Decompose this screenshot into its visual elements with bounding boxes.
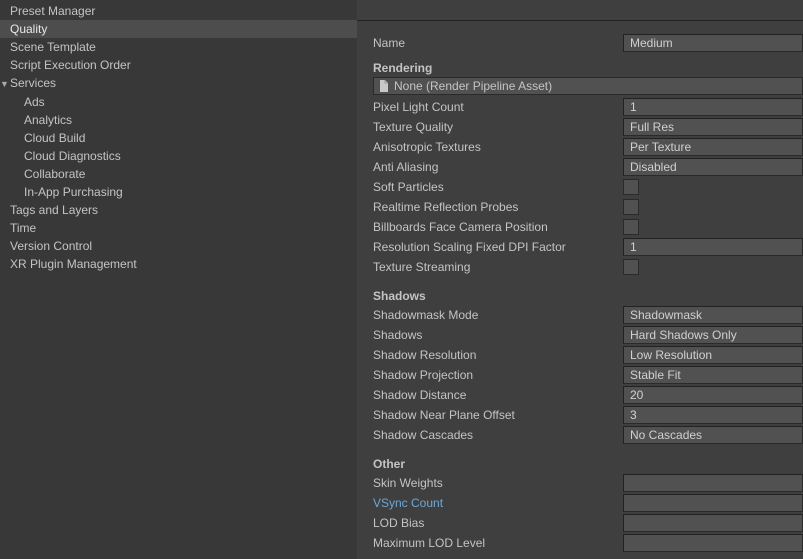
soft-particles-checkbox[interactable] xyxy=(623,179,639,195)
render-pipeline-asset-value: None (Render Pipeline Asset) xyxy=(394,79,552,93)
realtime-reflection-probes-label: Realtime Reflection Probes xyxy=(373,200,623,214)
texture-streaming-label: Texture Streaming xyxy=(373,260,623,274)
shadow-distance-label: Shadow Distance xyxy=(373,388,623,402)
other-header: Other xyxy=(373,457,803,471)
anti-aliasing-dropdown[interactable]: Disabled xyxy=(623,158,803,176)
pixel-light-count-field[interactable]: 1 xyxy=(623,98,803,116)
shadow-cascades-label: Shadow Cascades xyxy=(373,428,623,442)
max-lod-label: Maximum LOD Level xyxy=(373,536,623,550)
sidebar-item-tags-and-layers[interactable]: Tags and Layers xyxy=(0,201,357,219)
inspector-panel: Name Medium Rendering None (Render Pipel… xyxy=(357,0,803,559)
document-icon xyxy=(378,80,390,92)
pixel-light-count-label: Pixel Light Count xyxy=(373,100,623,114)
lod-bias-field[interactable] xyxy=(623,514,803,532)
shadow-distance-field[interactable]: 20 xyxy=(623,386,803,404)
realtime-reflection-probes-checkbox[interactable] xyxy=(623,199,639,215)
name-field[interactable]: Medium xyxy=(623,34,803,52)
rendering-header: Rendering xyxy=(373,61,803,75)
anti-aliasing-label: Anti Aliasing xyxy=(373,160,623,174)
shadowmask-mode-label: Shadowmask Mode xyxy=(373,308,623,322)
shadow-near-plane-offset-field[interactable]: 3 xyxy=(623,406,803,424)
skin-weights-dropdown[interactable] xyxy=(623,474,803,492)
shadow-projection-dropdown[interactable]: Stable Fit xyxy=(623,366,803,384)
anisotropic-textures-dropdown[interactable]: Per Texture xyxy=(623,138,803,156)
soft-particles-label: Soft Particles xyxy=(373,180,623,194)
shadowmask-mode-dropdown[interactable]: Shadowmask xyxy=(623,306,803,324)
name-label: Name xyxy=(373,36,623,50)
shadow-resolution-dropdown[interactable]: Low Resolution xyxy=(623,346,803,364)
texture-quality-dropdown[interactable]: Full Res xyxy=(623,118,803,136)
divider xyxy=(357,20,803,21)
vsync-count-label: VSync Count xyxy=(373,496,623,510)
settings-sidebar: Preset Manager Quality Scene Template Sc… xyxy=(0,0,357,559)
billboards-face-camera-checkbox[interactable] xyxy=(623,219,639,235)
chevron-down-icon: ▼ xyxy=(0,76,10,92)
sidebar-item-preset-manager[interactable]: Preset Manager xyxy=(0,2,357,20)
sidebar-item-analytics[interactable]: Analytics xyxy=(0,111,357,129)
sidebar-item-services[interactable]: ▼Services xyxy=(0,74,357,93)
vsync-count-dropdown[interactable] xyxy=(623,494,803,512)
sidebar-item-cloud-diagnostics[interactable]: Cloud Diagnostics xyxy=(0,147,357,165)
resolution-scaling-dpi-field[interactable]: 1 xyxy=(623,238,803,256)
sidebar-item-collaborate[interactable]: Collaborate xyxy=(0,165,357,183)
shadow-resolution-label: Shadow Resolution xyxy=(373,348,623,362)
shadow-cascades-dropdown[interactable]: No Cascades xyxy=(623,426,803,444)
shadows-header: Shadows xyxy=(373,289,803,303)
shadow-projection-label: Shadow Projection xyxy=(373,368,623,382)
sidebar-item-xr-plugin-management[interactable]: XR Plugin Management xyxy=(0,255,357,273)
sidebar-item-ads[interactable]: Ads xyxy=(0,93,357,111)
sidebar-item-time[interactable]: Time xyxy=(0,219,357,237)
sidebar-item-version-control[interactable]: Version Control xyxy=(0,237,357,255)
billboards-face-camera-label: Billboards Face Camera Position xyxy=(373,220,623,234)
texture-quality-label: Texture Quality xyxy=(373,120,623,134)
shadows-label: Shadows xyxy=(373,328,623,342)
texture-streaming-checkbox[interactable] xyxy=(623,259,639,275)
sidebar-item-in-app-purchasing[interactable]: In-App Purchasing xyxy=(0,183,357,201)
sidebar-item-scene-template[interactable]: Scene Template xyxy=(0,38,357,56)
render-pipeline-asset-field[interactable]: None (Render Pipeline Asset) xyxy=(373,77,803,95)
skin-weights-label: Skin Weights xyxy=(373,476,623,490)
sidebar-item-cloud-build[interactable]: Cloud Build xyxy=(0,129,357,147)
max-lod-field[interactable] xyxy=(623,534,803,552)
shadows-dropdown[interactable]: Hard Shadows Only xyxy=(623,326,803,344)
lod-bias-label: LOD Bias xyxy=(373,516,623,530)
resolution-scaling-dpi-label: Resolution Scaling Fixed DPI Factor xyxy=(373,240,623,254)
sidebar-item-quality[interactable]: Quality xyxy=(0,20,357,38)
sidebar-item-script-execution-order[interactable]: Script Execution Order xyxy=(0,56,357,74)
anisotropic-textures-label: Anisotropic Textures xyxy=(373,140,623,154)
shadow-near-plane-offset-label: Shadow Near Plane Offset xyxy=(373,408,623,422)
